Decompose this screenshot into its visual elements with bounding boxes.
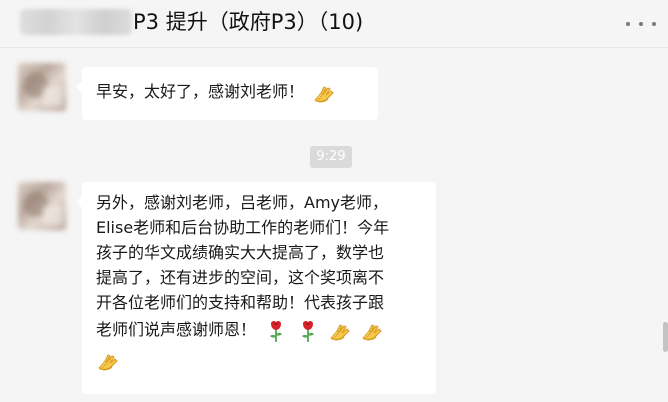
clapping-hands-icon: [312, 81, 336, 105]
blurred-back-button[interactable]: [20, 9, 132, 35]
message-line: 老师们说声感谢师恩！: [96, 320, 257, 339]
clapping-hands-icon: [96, 349, 120, 373]
chat-title: P3 提升（政府P3）（10): [133, 10, 364, 34]
chat-scrollbar-thumb[interactable]: [663, 322, 668, 352]
clapping-hands-icon: [360, 319, 384, 343]
message-line: 孩子的华文成绩确实大大提高了，数学也: [96, 243, 385, 262]
message-bubble[interactable]: 另外，感谢刘老师，吕老师，Amy老师， Elise老师和后台协助工作的老师们！今…: [76, 182, 436, 394]
timestamp-chip: 9:29: [310, 146, 352, 168]
rose-icon: [296, 319, 320, 343]
clapping-hands-icon: [328, 319, 352, 343]
more-options-icon[interactable]: [626, 19, 656, 29]
message-text: 早安，太好了，感谢刘老师！: [96, 82, 305, 101]
chat-header: P3 提升（政府P3）（10): [0, 0, 668, 48]
sender-avatar[interactable]: [18, 182, 66, 230]
message-line: Elise老师和后台协助工作的老师们！今年: [96, 218, 390, 237]
emoji-line: [96, 345, 422, 375]
sender-avatar[interactable]: [18, 63, 66, 111]
rose-icon: [264, 319, 288, 343]
message-bubble[interactable]: 早安，太好了，感谢刘老师！: [76, 67, 378, 120]
message-line-with-emoji: 老师们说声感谢师恩！: [96, 315, 422, 345]
message-line: 另外，感谢刘老师，吕老师，Amy老师，: [96, 193, 389, 212]
message-line: 提高了，还有进步的空间，这个奖项离不: [96, 268, 385, 287]
message-line: 开各位老师们的支持和帮助！代表孩子跟: [96, 293, 385, 312]
